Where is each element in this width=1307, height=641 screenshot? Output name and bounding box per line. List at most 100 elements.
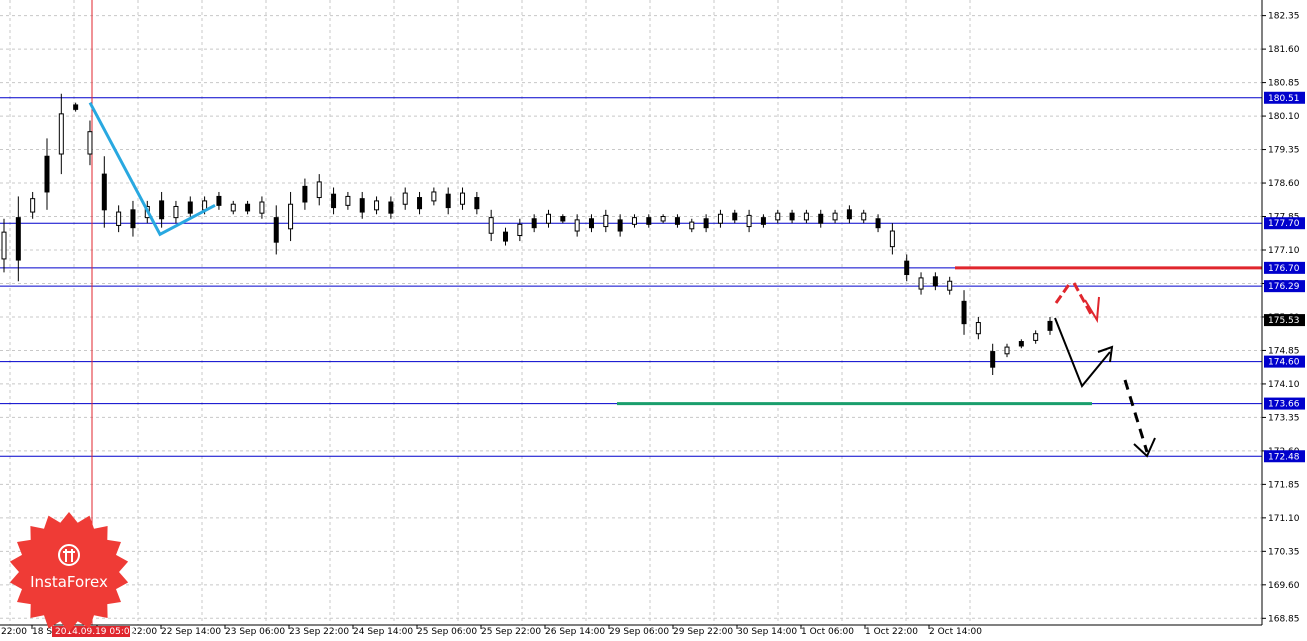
logo-text: InstaForex (30, 573, 108, 591)
candle-body (574, 219, 580, 232)
x-tick-label: 24 Sep 14:00 (353, 627, 413, 637)
x-tick-label: 23 Sep 22:00 (289, 627, 349, 637)
y-tick-label: 169.60 (1268, 581, 1300, 591)
candle-body (947, 280, 953, 291)
candle-body (775, 212, 781, 221)
y-tick-label: 182.35 (1268, 12, 1300, 22)
y-tick-label: 171.10 (1268, 514, 1300, 524)
candle-body (717, 213, 723, 224)
candle-body (316, 181, 322, 199)
candle-body (187, 201, 193, 214)
candle-body (1004, 346, 1010, 355)
candle-body (445, 193, 451, 209)
level-label: 177.70 (1268, 219, 1300, 229)
y-tick-label: 179.35 (1268, 146, 1300, 156)
candle-body (388, 201, 394, 214)
candle-body (631, 217, 637, 225)
level-label: 174.60 (1268, 358, 1300, 368)
x-tick-label: 26 Sep 14:00 (545, 627, 605, 637)
y-tick-label: 174.85 (1268, 346, 1300, 356)
candle-body (73, 104, 79, 110)
level-label: 180.51 (1268, 94, 1300, 104)
candle-body (789, 212, 795, 221)
candle-body (660, 216, 666, 222)
x-tick-label: 1 Oct 06:00 (801, 627, 854, 637)
level-label: 172.48 (1268, 452, 1300, 462)
candle-body (44, 155, 50, 193)
candle-body (818, 213, 824, 224)
price-chart[interactable]: 182.35 181.60 180.85 180.10 179.35 178.60 177.… (0, 0, 1307, 641)
candle-body (1033, 333, 1039, 341)
candle-body (1018, 341, 1024, 347)
candle-body (488, 217, 494, 234)
candle-body (130, 209, 136, 229)
candle-body (588, 218, 594, 229)
current-price-text: 175.53 (1268, 316, 1300, 326)
candle-body (173, 205, 179, 219)
x-tick-label: 29 Sep 22:00 (673, 627, 733, 637)
candle-body (545, 213, 551, 224)
black-dashed-down (1123, 379, 1149, 453)
candle-body (503, 231, 509, 242)
current-price-label: 175.53 (1264, 314, 1305, 327)
level-label: 176.70 (1268, 264, 1300, 274)
x-tick-label: 25 Sep 06:00 (417, 627, 477, 637)
x-tick-label: 2 Oct 14:00 (929, 627, 982, 637)
candle-body (832, 212, 838, 221)
y-tick-label: 181.60 (1268, 45, 1300, 55)
x-tick-label: 1 Oct 22:00 (865, 627, 918, 637)
y-tick-label: 180.85 (1268, 79, 1300, 89)
candle-body (159, 200, 165, 220)
candle-body (273, 217, 279, 243)
chart-grid (0, 0, 1262, 625)
black-zigzag (1054, 317, 1111, 388)
level-label: 176.29 (1268, 282, 1300, 292)
y-tick-label: 170.35 (1268, 547, 1300, 557)
candle-body (861, 212, 867, 221)
candle-body (230, 203, 236, 212)
x-tick-label: 30 Sep 14:00 (737, 627, 797, 637)
y-tick-label: 173.35 (1268, 413, 1300, 423)
candle-body (1, 231, 7, 260)
candle-body (259, 201, 265, 214)
candle-body (101, 173, 107, 211)
candle-body (531, 218, 537, 229)
candle-body (603, 214, 609, 228)
y-tick-label: 171.85 (1268, 480, 1300, 490)
x-tick-label: 29 Sep 06:00 (609, 627, 669, 637)
logo-badge (9, 512, 129, 632)
candle-body (904, 260, 910, 276)
candle-body (58, 113, 64, 155)
candle-body (975, 322, 981, 335)
candle-body (918, 277, 924, 290)
black-arrowhead-up (1097, 345, 1114, 363)
candle-body (474, 197, 480, 210)
x-tick-label: 23 Sep 06:00 (225, 627, 285, 637)
y-tick-label: 168.85 (1268, 614, 1300, 624)
red-arrow-down (1072, 282, 1094, 317)
candle-body (517, 223, 523, 236)
candle-body (15, 217, 21, 261)
y-tick-label: 174.10 (1268, 380, 1300, 390)
candle-body (703, 218, 709, 229)
candle-body (30, 198, 36, 213)
y-tick-label: 178.60 (1268, 179, 1300, 189)
candle-body (674, 217, 680, 225)
candle-body (803, 212, 809, 221)
candle-body (216, 195, 222, 206)
candle-body (875, 218, 881, 229)
candle-body (689, 221, 695, 230)
wave-pattern-line (88, 101, 216, 237)
y-tick-label: 180.10 (1268, 112, 1300, 122)
cursor-date-tag: 2014.09.19 05:00 (52, 626, 136, 637)
candle-body (116, 211, 122, 226)
candle-body (846, 209, 852, 220)
y-tick-label: 177.10 (1268, 246, 1300, 256)
candle-body (359, 198, 365, 213)
x-tick-label: 22 Sep 14:00 (161, 627, 221, 637)
x-tick-label: 25 Sep 22:00 (481, 627, 541, 637)
candle-body (889, 230, 895, 248)
candle-body (990, 351, 996, 368)
level-label: 173.66 (1268, 400, 1300, 410)
forecast-arrows (1054, 282, 1156, 458)
